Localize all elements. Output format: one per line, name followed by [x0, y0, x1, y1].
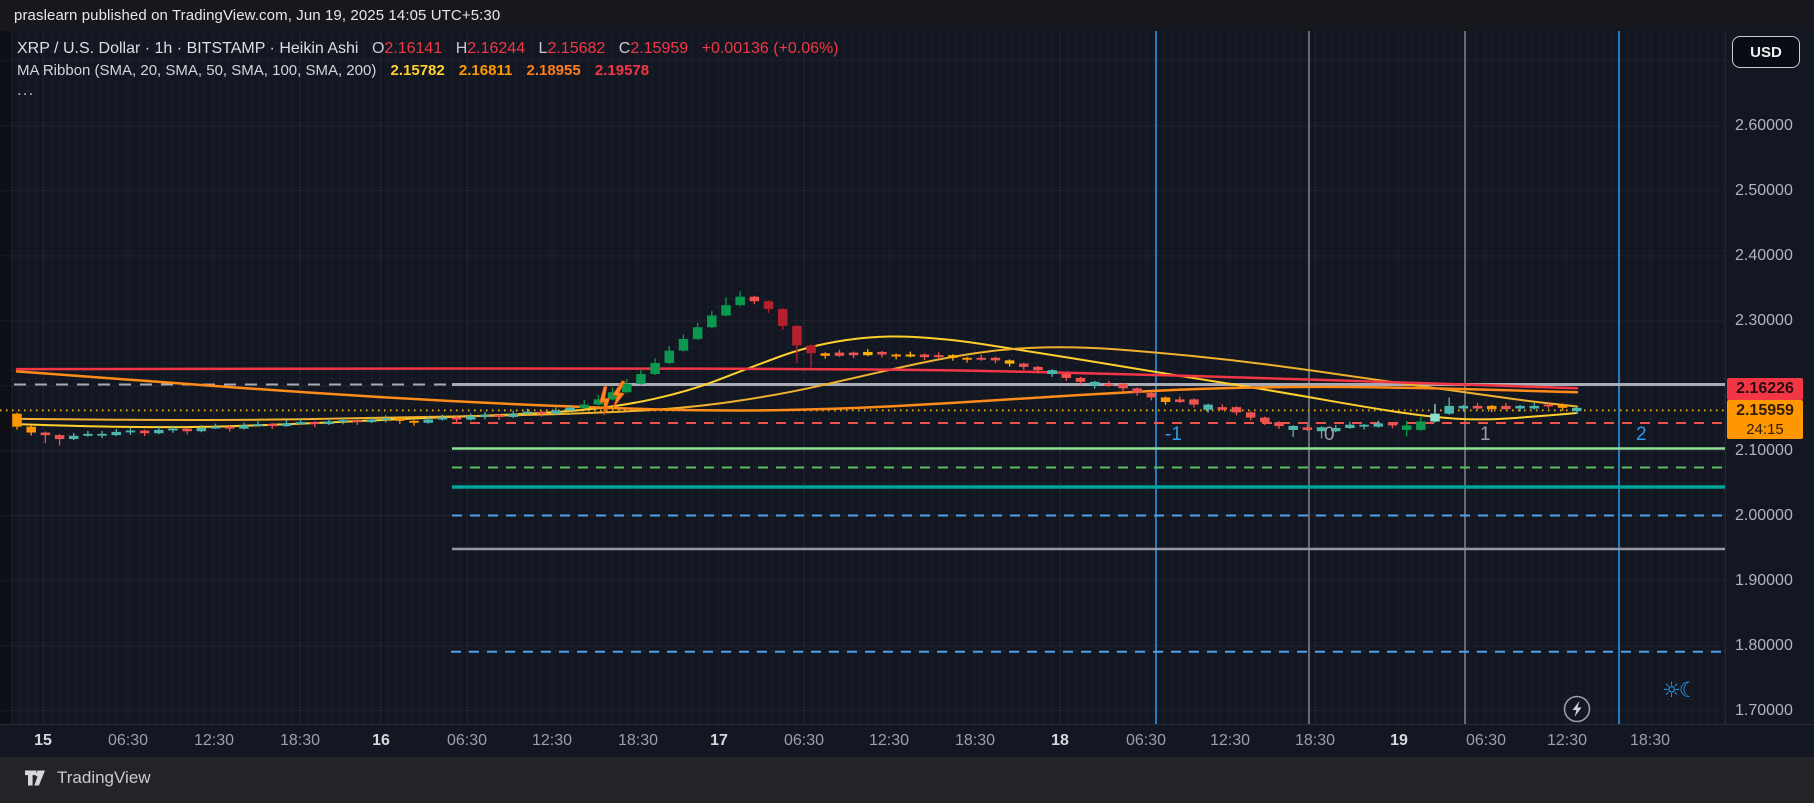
- legend-separator: ·: [177, 40, 182, 57]
- time-tick-label: 18:30: [1630, 732, 1670, 750]
- low-value: 2.15682: [547, 40, 605, 57]
- day-counter-label: 1: [1480, 424, 1491, 446]
- time-tick-label: 19: [1390, 732, 1408, 750]
- chart-canvas[interactable]: [0, 31, 1725, 724]
- time-tick-label: 18:30: [955, 732, 995, 750]
- chart-type-label: Heikin Ashi: [279, 40, 358, 57]
- time-tick-label: 06:30: [108, 732, 148, 750]
- time-tick-label: 17: [710, 732, 728, 750]
- interval-label: 1h: [155, 40, 173, 57]
- price-tick-label: 2.60000: [1735, 117, 1793, 135]
- time-tick-label: 12:30: [194, 732, 234, 750]
- bar-countdown: 24:15: [1746, 420, 1784, 439]
- open-label: O: [372, 40, 384, 57]
- price-tick-label: 2.50000: [1735, 182, 1793, 200]
- time-axis[interactable]: 15 06:30 12:30 18:30 16 06:30 12:30 18:30 17 06:3…: [0, 724, 1814, 758]
- ma-ribbon-label: MA Ribbon (SMA, 20, SMA, 50, SMA, 100, S…: [17, 62, 376, 79]
- symbol-legend-row[interactable]: XRP / U.S. Dollar · 1h · BITSTAMP · Heik…: [17, 38, 839, 59]
- time-tick-label: 12:30: [869, 732, 909, 750]
- price-level-label-red: 2.16226: [1727, 378, 1803, 400]
- close-value: 2.15959: [630, 40, 688, 57]
- tradingview-logo-icon: [24, 768, 48, 788]
- tradingview-logo-text: TradingView: [57, 768, 151, 788]
- footer-bar: TradingView: [0, 757, 1814, 803]
- sma20-value: 2.15782: [391, 62, 445, 79]
- time-tick-label: 18:30: [280, 732, 320, 750]
- sma50-value: 2.16811: [459, 62, 512, 79]
- time-tick-label: 12:30: [532, 732, 572, 750]
- chart-left-margin: [0, 31, 11, 724]
- price-tick-label: 1.90000: [1735, 572, 1793, 590]
- sma200-value: 2.19578: [595, 62, 649, 79]
- high-value: 2.16244: [467, 40, 525, 57]
- currency-toggle-button[interactable]: USD: [1732, 36, 1800, 68]
- high-label: H: [456, 40, 468, 57]
- time-tick-label: 12:30: [1547, 732, 1587, 750]
- close-label: C: [619, 40, 631, 57]
- price-tick-label: 2.00000: [1735, 507, 1793, 525]
- time-tick-label: 12:30: [1210, 732, 1250, 750]
- publish-info-text: praslearn published on TradingView.com, …: [14, 7, 500, 24]
- time-tick-label: 06:30: [1126, 732, 1166, 750]
- time-tick-label: 15: [34, 732, 52, 750]
- exchange-label: BITSTAMP: [187, 40, 266, 57]
- time-tick-label: 16: [372, 732, 390, 750]
- sun-moon-sticker[interactable]: ☼☾: [1662, 678, 1696, 702]
- time-tick-label: 06:30: [1466, 732, 1506, 750]
- current-price-label: 2.15959 24:15: [1727, 400, 1803, 439]
- legend-more-indicator[interactable]: ...: [17, 79, 839, 100]
- publish-info-bar: praslearn published on TradingView.com, …: [0, 0, 1814, 32]
- sma100-value: 2.18955: [526, 62, 580, 79]
- tradingview-logo[interactable]: TradingView: [24, 768, 151, 788]
- symbol-title: XRP / U.S. Dollar: [17, 40, 140, 57]
- ma-ribbon-legend-row[interactable]: MA Ribbon (SMA, 20, SMA, 50, SMA, 100, S…: [17, 60, 839, 81]
- day-counter-label: 0: [1324, 424, 1335, 446]
- day-counter-label: -1: [1165, 424, 1182, 446]
- price-tick-label: 1.70000: [1735, 702, 1793, 720]
- current-price-value: 2.15959: [1736, 401, 1794, 420]
- time-tick-label: 18:30: [1295, 732, 1335, 750]
- change-value: +0.00136 (+0.06%): [702, 40, 839, 57]
- price-tick-label: 2.10000: [1735, 442, 1793, 460]
- legend-separator: ·: [145, 40, 150, 57]
- time-tick-label: 06:30: [784, 732, 824, 750]
- time-tick-label: 18:30: [618, 732, 658, 750]
- time-tick-label: 18: [1051, 732, 1069, 750]
- chart-legend: XRP / U.S. Dollar · 1h · BITSTAMP · Heik…: [17, 38, 839, 100]
- price-tick-label: 2.30000: [1735, 312, 1793, 330]
- legend-separator: ·: [270, 40, 275, 57]
- time-tick-label: 06:30: [447, 732, 487, 750]
- price-axis[interactable]: USD 2.60000 2.50000 2.40000 2.30000 2.10000 2…: [1725, 31, 1814, 724]
- day-counter-label: 2: [1636, 424, 1647, 446]
- price-tick-label: 2.40000: [1735, 247, 1793, 265]
- open-value: 2.16141: [384, 40, 442, 57]
- price-tick-label: 1.80000: [1735, 637, 1793, 655]
- tradingview-published-chart: praslearn published on TradingView.com, …: [0, 0, 1814, 803]
